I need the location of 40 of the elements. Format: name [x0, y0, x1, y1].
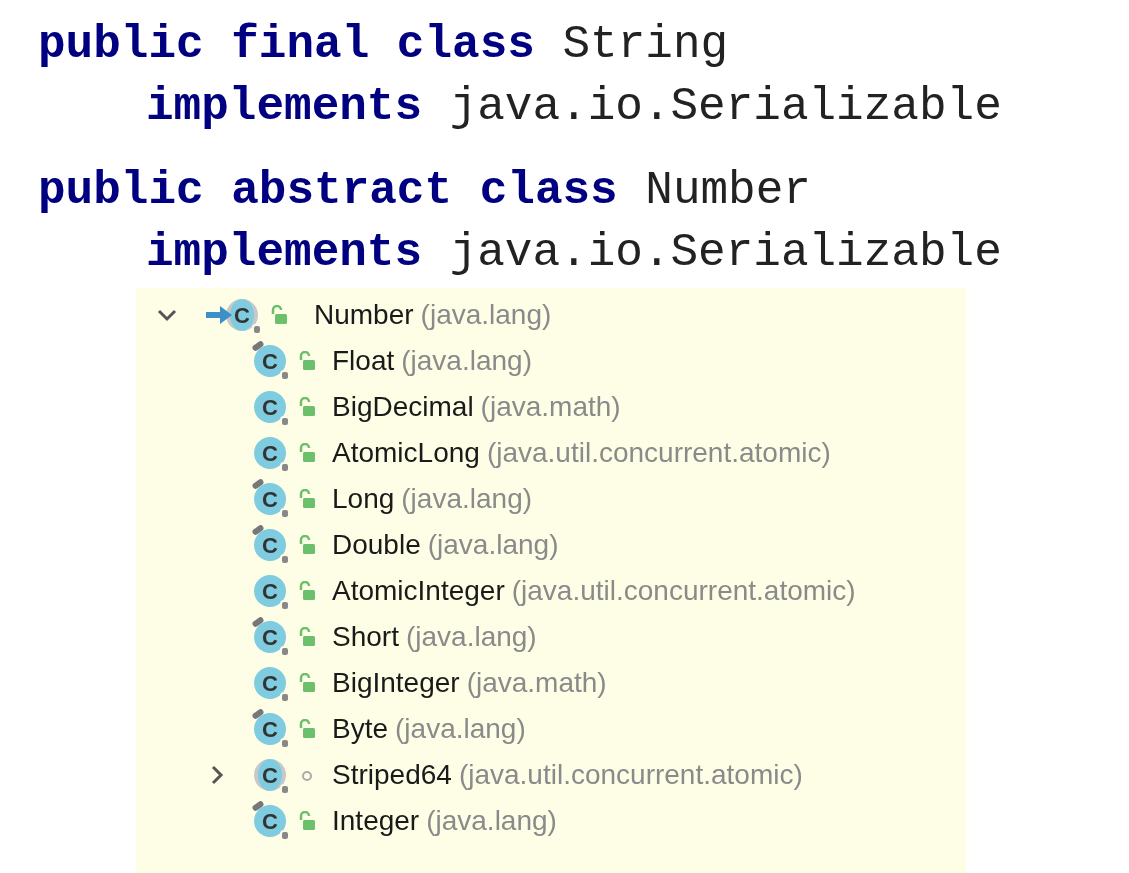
class-icon: C [252, 619, 288, 655]
code-line: public final class String [38, 19, 729, 71]
class-name: Striped64 [332, 758, 452, 792]
class-name: BigDecimal [332, 390, 474, 424]
class-icon: C [224, 297, 260, 333]
class-icon: C [252, 757, 288, 793]
class-name: Integer [332, 804, 420, 838]
class-name: Double [332, 528, 421, 562]
class-name: Number [314, 298, 414, 332]
class-name: BigInteger [332, 666, 460, 700]
class-name: Long [332, 482, 395, 516]
class-name: Float [332, 344, 395, 378]
class-icon: C [252, 573, 288, 609]
package-name: (java.math) [480, 390, 621, 424]
class-name: AtomicInteger [332, 574, 505, 608]
class-name: Byte [332, 712, 389, 746]
package-name: (java.util.concurrent.atomic) [458, 758, 803, 792]
code-line: public abstract class Number [38, 165, 811, 217]
package-name: (java.lang) [405, 620, 537, 654]
class-icon: C [252, 481, 288, 517]
class-icon: C [252, 711, 288, 747]
package-name: (java.math) [466, 666, 607, 700]
class-icon: C [252, 389, 288, 425]
package-name: (java.lang) [426, 804, 557, 838]
class-name: AtomicLong [332, 436, 480, 470]
package-name: (java.lang) [427, 528, 559, 562]
package-name: (java.lang) [420, 298, 552, 332]
class-icon: C [252, 343, 288, 379]
package-name: (java.lang) [395, 712, 526, 746]
class-icon: C [252, 803, 288, 839]
class-icon: C [252, 665, 288, 701]
class-icon: C [252, 527, 288, 563]
class-icon: C [252, 435, 288, 471]
package-name: (java.lang) [401, 344, 532, 378]
class-name: Short [332, 620, 399, 654]
package-name: (java.util.concurrent.atomic) [486, 436, 831, 470]
package-name: (java.lang) [401, 482, 533, 516]
code-line: implements java.io.Serializable [146, 227, 1002, 279]
package-name: (java.util.concurrent.atomic) [511, 574, 856, 608]
code-line: implements java.io.Serializable [146, 81, 1002, 133]
